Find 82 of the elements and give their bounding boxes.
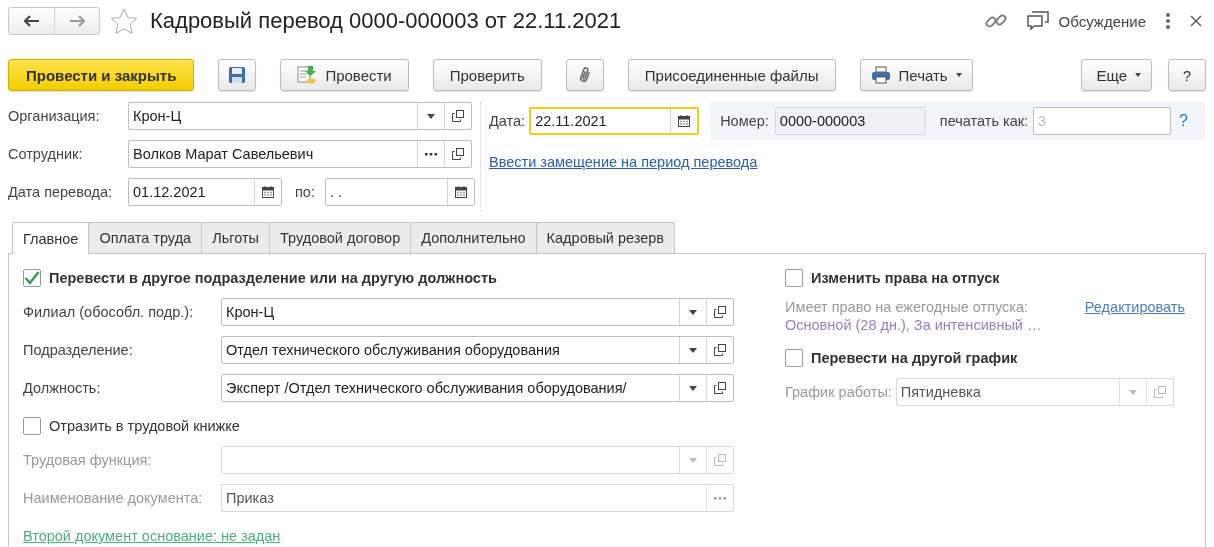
open-icon (714, 306, 726, 318)
forward-arrow-icon (69, 15, 85, 27)
printer-icon (870, 66, 891, 84)
caret-icon (955, 73, 962, 77)
discussion-button[interactable]: Обсуждение (1058, 12, 1146, 30)
checkbox-label: Изменить права на отпуск (811, 270, 1000, 286)
dropdown-icon (689, 385, 697, 391)
ellipsis-icon (425, 152, 437, 156)
checkbox-label: Перевести на другой график (811, 350, 1018, 366)
caret-icon (1135, 73, 1141, 77)
star-icon[interactable] (110, 7, 138, 35)
post-and-close-button[interactable]: Провести и закрыть (8, 59, 195, 91)
checkmark-icon (24, 271, 40, 285)
field-label: печатать как: (939, 113, 1029, 129)
input-field[interactable]: Отдел технического обслуживания оборудования (221, 336, 734, 364)
toolbar-button[interactable]: Присоединенные файлы (627, 59, 836, 91)
open-icon (714, 454, 726, 466)
checkbox[interactable] (23, 417, 41, 435)
tab[interactable]: Дополнительно (410, 222, 537, 253)
checkbox-label: Перевести в другое подразделение или на другую должность (49, 270, 497, 286)
field-label: Подразделение: (23, 342, 134, 358)
tab[interactable]: Главное (12, 222, 90, 254)
document-arrow-icon (297, 65, 318, 85)
field-label: Дата: (489, 113, 526, 129)
input-field[interactable]: 0000-000003 (774, 107, 926, 135)
tab[interactable]: Трудовой договор (269, 222, 412, 253)
input-field[interactable]: 01.12.2021 (128, 178, 282, 206)
input-field[interactable]: Крон-Ц (221, 298, 734, 326)
checkbox[interactable] (785, 269, 803, 287)
input-field[interactable]: 22.11.2021 (529, 107, 700, 135)
dropdown-icon (689, 347, 697, 353)
input-field[interactable]: Крон-Ц (128, 102, 472, 130)
field-label: Сотрудник: (8, 146, 84, 162)
field-label: Наименование документа: (23, 490, 204, 506)
paperclip-icon (577, 66, 592, 84)
tab[interactable]: Оплата труда (88, 222, 203, 253)
checkbox-label: Отразить в трудовой книжке (49, 418, 240, 434)
toolbar-button[interactable]: ? (1168, 59, 1206, 91)
substitution-link[interactable]: Ввести замещение на период перевода (489, 154, 758, 170)
input-field[interactable]: Эксперт /Отдел технического обслуживания оборудования/ (221, 374, 734, 402)
field-label: Трудовая функция: (23, 452, 153, 468)
ellipsis-icon (714, 496, 726, 500)
chat-bubbles-icon (1026, 11, 1049, 31)
checkbox[interactable] (785, 349, 803, 367)
calendar-icon (262, 186, 274, 198)
input-field[interactable]: Волков Марат Савельевич (128, 140, 472, 168)
back-arrow-icon (23, 15, 40, 27)
tab[interactable]: Льготы (201, 222, 270, 253)
open-icon (452, 148, 464, 160)
attach-button[interactable] (565, 59, 604, 91)
open-icon (714, 382, 726, 394)
field-label: Номер: (720, 113, 769, 129)
dropdown-icon (689, 457, 697, 463)
dropdown-icon (427, 113, 435, 119)
help-link[interactable]: ? (1179, 112, 1188, 130)
field-label: Должность: (23, 380, 102, 396)
dropdown-icon (1128, 389, 1137, 395)
field-label: Дата перевода: (8, 184, 114, 200)
tab[interactable]: Кадровый резерв (535, 222, 676, 253)
post-button[interactable]: Провести (280, 59, 409, 91)
input-field[interactable]: . . (324, 178, 475, 206)
print-button[interactable]: Печать (859, 59, 973, 91)
toolbar-button[interactable]: Проверить (432, 59, 542, 91)
open-icon (452, 110, 464, 122)
field-label: Организация: (8, 108, 101, 124)
calendar-icon (454, 186, 467, 198)
more-icon[interactable] (1166, 13, 1170, 29)
close-icon[interactable] (1190, 15, 1202, 27)
save-button[interactable] (218, 59, 257, 91)
edit-link[interactable]: Редактировать (1084, 298, 1185, 316)
checkbox[interactable] (23, 269, 41, 287)
open-icon (714, 344, 726, 356)
dropdown-icon (689, 309, 697, 315)
field-label: Филиал (обособл. подр.): (23, 304, 195, 320)
open-icon (1153, 386, 1166, 398)
window-title: Кадровый перевод 0000-000003 от 22.11.2021 (150, 8, 623, 34)
more-button[interactable]: Еще (1081, 59, 1152, 91)
field-label: График работы: (785, 384, 892, 400)
field-label: по: (295, 184, 315, 200)
calendar-icon (678, 115, 691, 127)
info-text: Имеет право на ежегодные отпуска: (785, 298, 1030, 316)
vacation-list: Основной (28 дн.), За интенсивный … (785, 316, 1085, 334)
